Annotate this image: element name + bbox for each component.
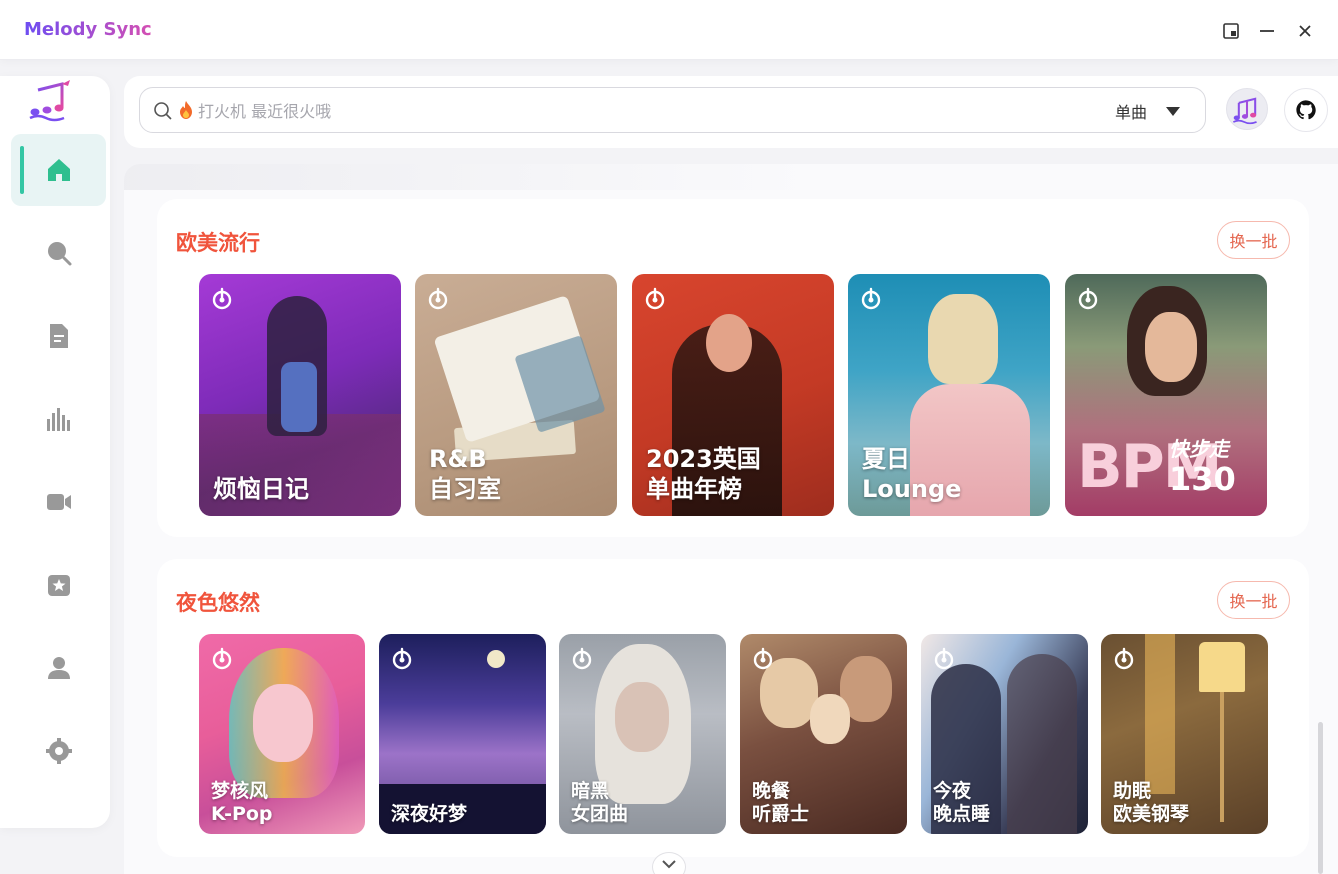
title-bar: Melody Sync [0,0,1338,60]
section-title: 夜色悠然 [176,591,260,615]
fire-icon [180,101,192,119]
sidebar-item-document[interactable] [11,300,106,372]
card-title: 助眠 欧美钢琴 [1113,779,1190,825]
home-icon [47,159,70,181]
star-box-icon [47,575,70,596]
github-button[interactable] [1284,88,1328,132]
card-title: 深夜好梦 [391,802,468,825]
video-icon [46,494,71,510]
sidebar-item-user[interactable] [11,632,106,704]
playlist-card[interactable]: 深夜好梦 [379,634,546,834]
minimize-button[interactable] [1256,20,1278,42]
document-icon [49,324,68,348]
playlist-card[interactable]: 暗黑 女团曲 [559,634,726,834]
sidebar-item-favorites[interactable] [11,549,106,621]
card-title: 夏日 Lounge [862,445,962,503]
search-bar: 单曲 [139,87,1206,133]
user-icon [47,657,70,679]
card-title: 烦恼日记 [213,474,309,503]
card-title: 2023英国 单曲年榜 [646,445,761,503]
playlist-badge-icon [1114,647,1134,670]
scroll-down-button[interactable] [652,852,686,874]
playlist-card[interactable]: 2023英国 单曲年榜 [632,274,834,516]
app-logo [28,76,72,122]
card-title: 快步走 130 [1169,437,1236,499]
search-icon [154,102,172,120]
chevron-down-icon [662,860,676,869]
playlist-badge-icon [645,287,665,310]
scrollbar[interactable] [1318,722,1323,874]
gear-icon [45,738,72,764]
playlist-card[interactable]: BPM 快步走 130 [1065,274,1267,516]
sidebar [0,76,110,828]
card-title: R&B 自习室 [429,445,501,503]
card-title: 暗黑 女团曲 [571,779,629,825]
pip-icon [1223,23,1239,39]
playlist-badge-icon [861,287,881,310]
playlist-card[interactable]: 烦恼日记 [199,274,401,516]
playlist-badge-icon [212,287,232,310]
playlist-card[interactable]: 助眠 欧美钢琴 [1101,634,1268,834]
sidebar-item-video[interactable] [11,466,106,538]
sidebar-item-charts[interactable] [11,383,106,455]
minimize-icon [1260,30,1274,32]
search-icon [47,242,71,266]
section-title: 欧美流行 [176,231,260,255]
card-title: 晚餐 听爵士 [752,779,810,825]
playlist-card[interactable]: 晚餐 听爵士 [740,634,907,834]
close-button[interactable] [1294,20,1316,42]
close-icon [1299,25,1311,37]
card-title: 今夜 晚点睡 [933,779,991,825]
github-icon [1296,100,1316,120]
search-type-select[interactable]: 单曲 [1115,98,1195,124]
sidebar-item-settings[interactable] [11,715,106,787]
playlist-badge-icon [753,647,773,670]
playlist-card[interactable]: 今夜 晚点睡 [921,634,1088,834]
main-content: 欧美流行 换一批 烦恼日记 R&B 自习室 2023英国 单曲年榜 夏日 Lou… [124,164,1338,874]
playlist-badge-icon [1078,287,1098,310]
sidebar-item-search[interactable] [11,217,106,289]
playlist-card[interactable]: R&B 自习室 [415,274,617,516]
chart-bars-icon [46,408,70,431]
header: 单曲 [124,76,1338,148]
playlist-badge-icon [428,287,448,310]
playlist-section: 夜色悠然 换一批 梦核风 K-Pop 深夜好梦 暗黑 女团曲 晚餐 听爵士 今夜… [157,559,1309,857]
playlist-badge-icon [572,647,592,670]
playlist-badge-icon [934,647,954,670]
refresh-button[interactable]: 换一批 [1217,581,1290,619]
playlist-card[interactable]: 夏日 Lounge [848,274,1050,516]
playlist-section: 欧美流行 换一批 烦恼日记 R&B 自习室 2023英国 单曲年榜 夏日 Lou… [157,199,1309,537]
playlist-card[interactable]: 梦核风 K-Pop [199,634,365,834]
search-input[interactable] [198,97,1078,125]
search-type-value: 单曲 [1115,103,1148,122]
refresh-button[interactable]: 换一批 [1217,221,1290,259]
pip-button[interactable] [1220,20,1242,42]
app-title: Melody Sync [24,19,152,40]
sidebar-item-home[interactable] [11,134,106,206]
playlist-badge-icon [392,647,412,670]
playlist-badge-icon [212,647,232,670]
caret-down-icon [1166,107,1181,116]
card-title: 梦核风 K-Pop [211,779,273,825]
avatar[interactable] [1226,88,1268,130]
avatar-logo-icon [1232,97,1257,125]
